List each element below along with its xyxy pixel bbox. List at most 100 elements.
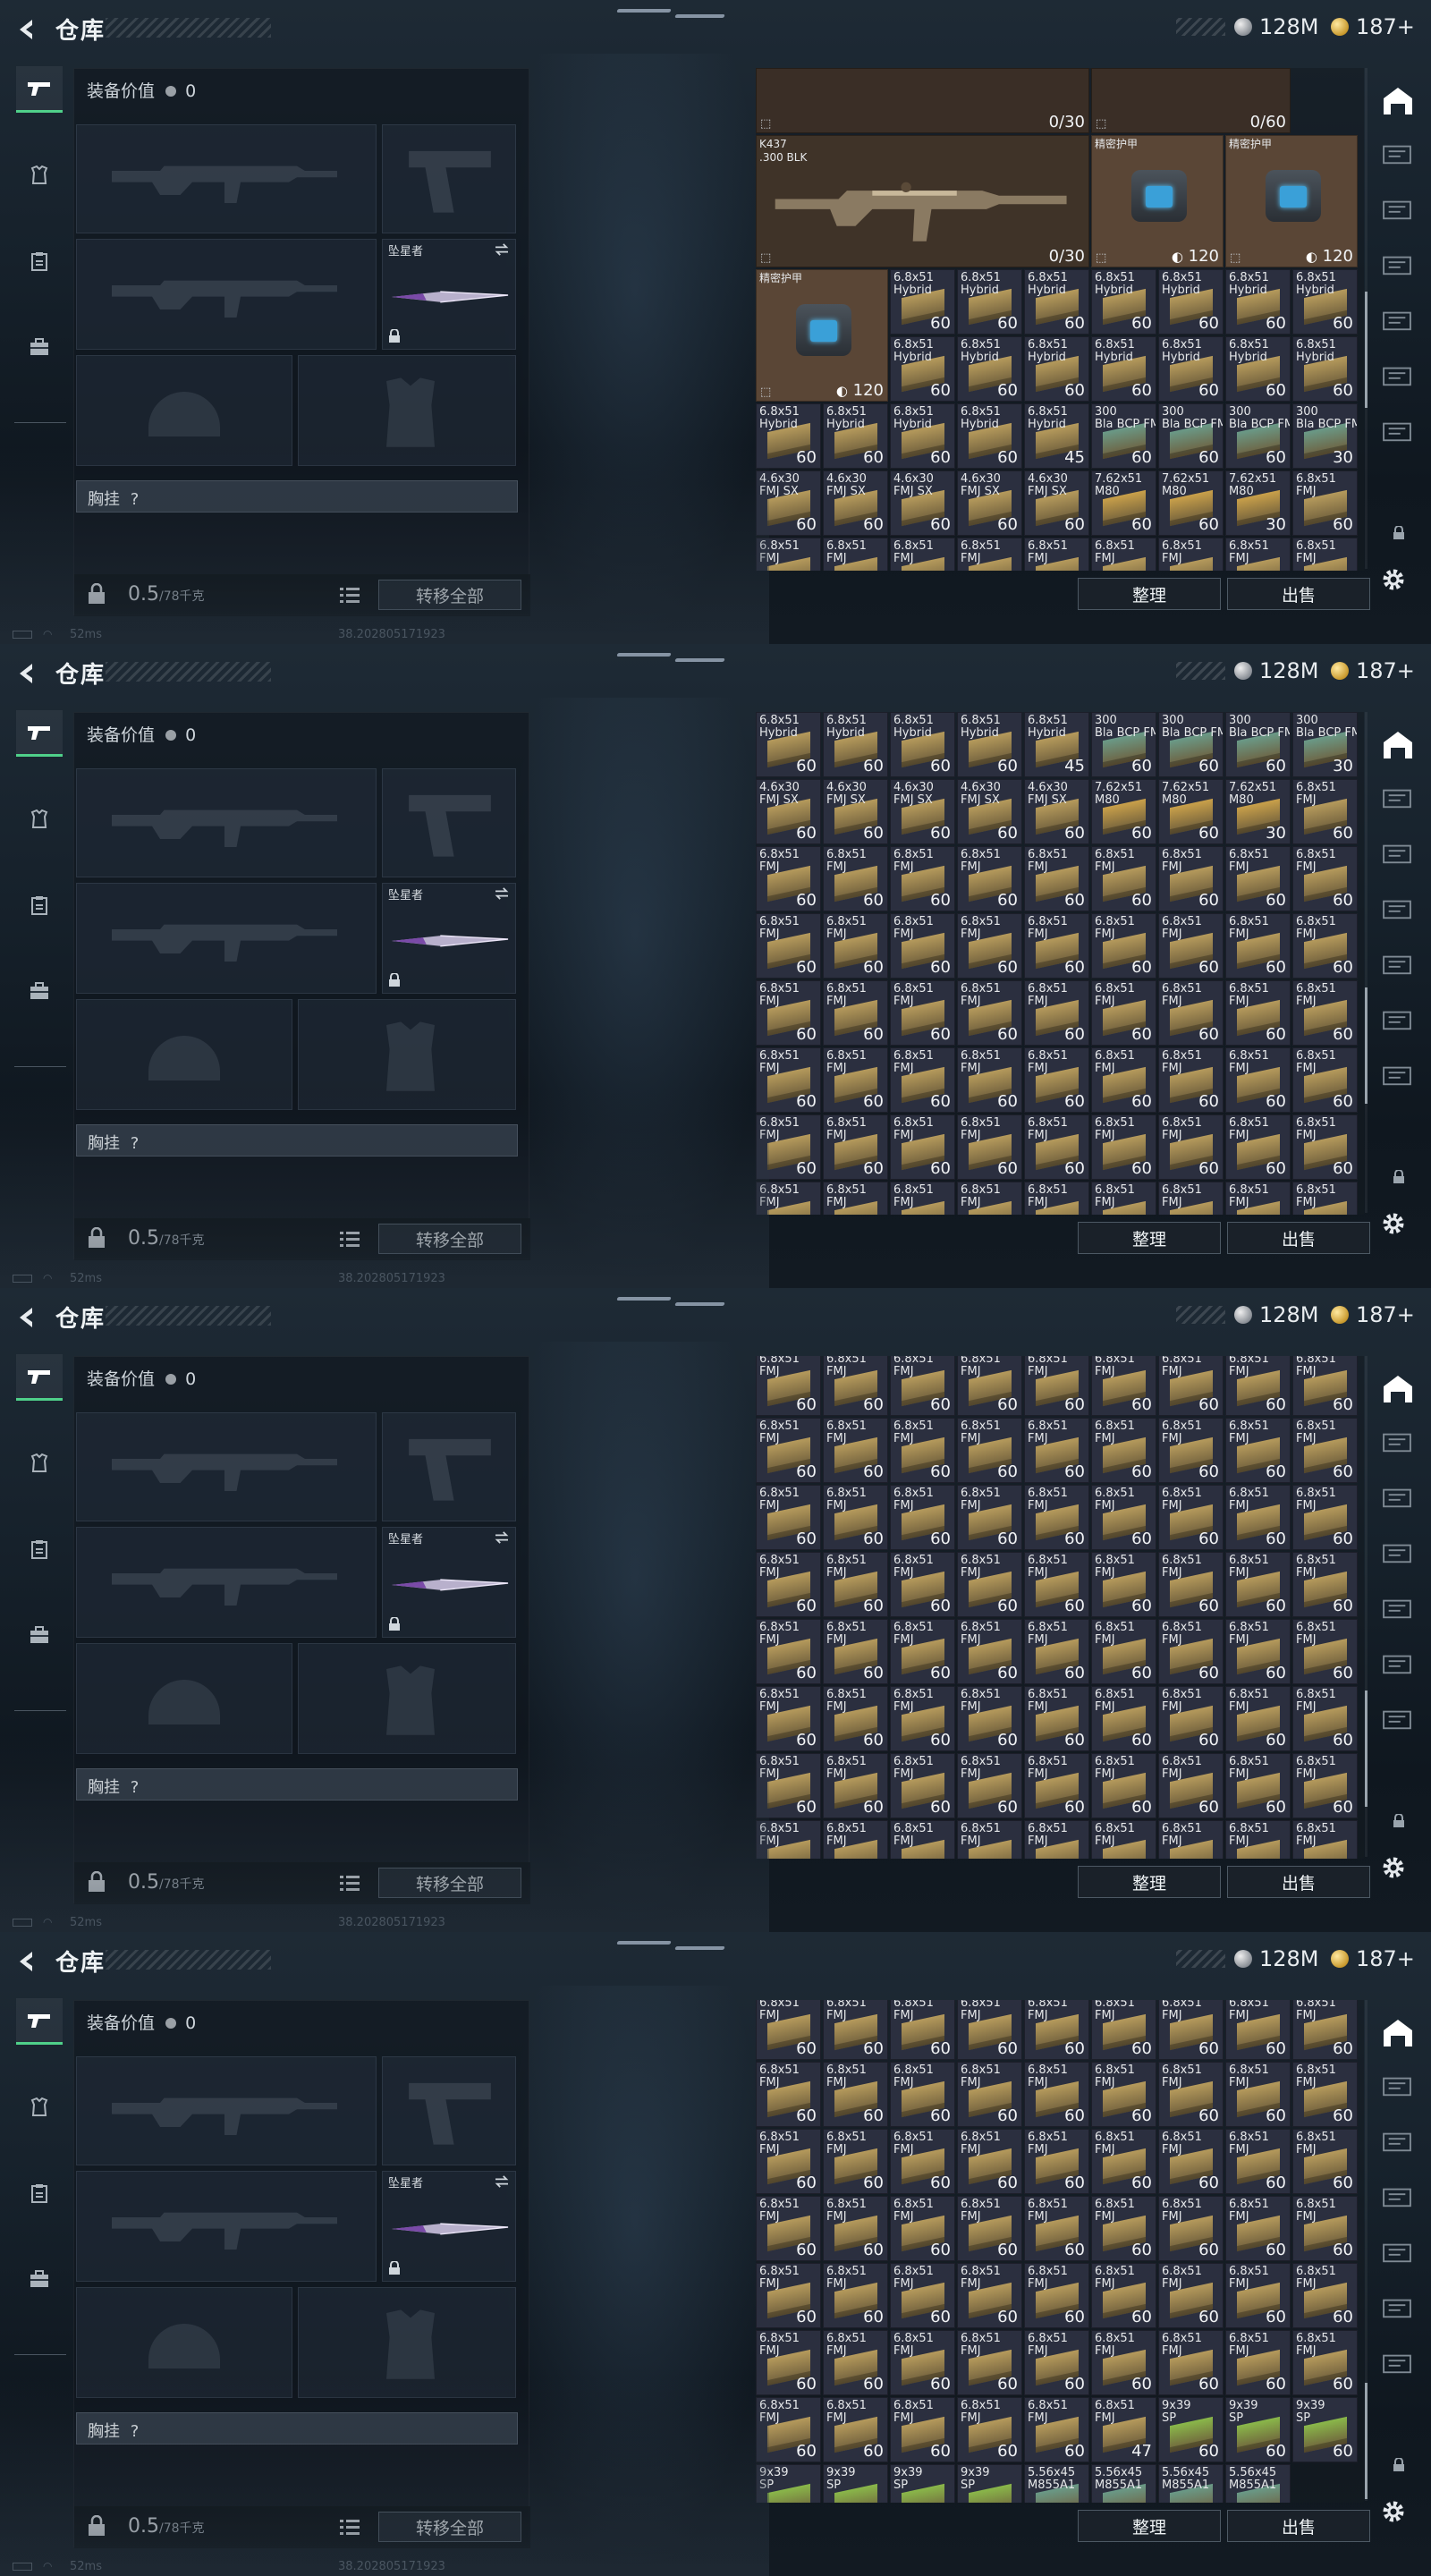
ammo-cell[interactable]: 6.8x51FMJ60 [1024,980,1089,1046]
melee-slot[interactable]: 坠星者 [382,239,516,350]
ammo-cell[interactable]: 6.8x51FMJ60 [1091,1753,1156,1818]
ammo-cell[interactable]: 6.8x51FMJ60 [1091,1418,1156,1483]
ammo-cell[interactable]: 6.8x51FMJ60 [823,980,888,1046]
weapons-tab[interactable] [16,66,63,113]
rifle-item[interactable]: K437.300 BLK 0/30 ⬚ [756,135,1089,267]
ammo-cell[interactable]: 6.8x51FMJ60 [1091,1619,1156,1684]
storage-tab-3[interactable] [1380,252,1418,283]
swap-icon[interactable] [494,243,510,256]
melee-slot[interactable]: 坠星者 [382,1527,516,1638]
gear-icon[interactable] [1377,1852,1410,1884]
ammo-cell[interactable]: 9x39SP60 [823,2464,888,2503]
ammo-cell[interactable]: 6.8x51FMJ60 [1292,846,1358,911]
ammo-cell[interactable]: 6.8x51FMJ60 [1158,2263,1224,2328]
storage-tab-6[interactable] [1380,1063,1418,1093]
sort-button[interactable]: 整理 [1078,1222,1221,1254]
ammo-cell[interactable]: 6.8x51FMJ60 [957,1356,1022,1416]
help-icon[interactable]: ? [131,1778,140,1797]
ammo-cell[interactable]: 6.8x51FMJ60 [1024,913,1089,979]
ammo-cell[interactable]: 6.8x51FMJ60 [1024,1182,1089,1215]
ammo-cell[interactable]: 6.8x51FMJ60 [1158,2062,1224,2127]
ammo-cell[interactable]: 6.8x51FMJ60 [823,1114,888,1180]
back-icon[interactable] [13,660,39,687]
ammo-cell[interactable]: 6.8x51FMJ60 [957,538,1022,571]
ammo-cell[interactable]: 6.8x51FMJ60 [1225,1114,1291,1180]
ammo-cell[interactable]: 6.8x51FMJ60 [1158,1182,1224,1215]
chest-rig-slot[interactable]: 胸挂 ? [76,1768,518,1801]
ammo-cell[interactable]: 5.56x45M855A160 [1225,2464,1291,2503]
body-armor-slot[interactable] [298,2287,516,2398]
ammo-cell[interactable]: 7.62x51 M80 30 [1225,470,1291,536]
ammo-cell[interactable]: 9x39SP60 [756,2464,821,2503]
chest-rig-slot[interactable]: 胸挂 ? [76,480,518,513]
list-icon[interactable] [339,585,360,605]
supplies-tab[interactable] [16,238,63,284]
helmet-slot[interactable] [76,2287,292,2398]
ammo-cell[interactable]: 6.8x51 Hybrid 60 [957,712,1022,777]
lock-icon[interactable] [1380,519,1418,549]
ammo-cell[interactable]: 5.56x45M855A160 [1158,2464,1224,2503]
armor-tab[interactable] [16,2084,63,2131]
ammo-cell[interactable]: 6.8x51FMJ60 [1158,2196,1224,2261]
storage-tab-4[interactable] [1380,1596,1418,1626]
ammo-cell[interactable]: 6.8x51FMJ60 [1225,1820,1291,1859]
scrollbar-thumb[interactable] [1365,292,1367,408]
ammo-cell[interactable]: 6.8x51FMJ60 [890,1619,955,1684]
ammo-cell[interactable]: 6.8x51FMJ60 [957,1552,1022,1617]
ammo-cell[interactable]: 6.8x51 Hybrid 60 [890,336,955,402]
ammo-cell[interactable]: 6.8x51 Hybrid 60 [1292,336,1358,402]
ammo-cell[interactable]: 6.8x51FMJ60 [1225,1619,1291,1684]
ammo-cell[interactable]: 300Bla BCP FMJ 60 [1091,403,1156,469]
ammo-cell[interactable]: 6.8x51FMJ60 [756,913,821,979]
primary-weapon-slot[interactable] [76,124,377,233]
ammo-cell[interactable]: 6.8x51 Hybrid 60 [1024,336,1089,402]
weapons-tab[interactable] [16,710,63,757]
ammo-cell[interactable]: 6.8x51FMJ60 [1158,1114,1224,1180]
ammo-cell[interactable]: 6.8x51FMJ60 [1292,779,1358,844]
ammo-cell[interactable]: 300Bla BCP FMJ 60 [1225,403,1291,469]
ammo-cell[interactable]: 6.8x51FMJ60 [957,1619,1022,1684]
ammo-cell[interactable]: 6.8x51FMJ60 [823,2263,888,2328]
ammo-cell[interactable]: 6.8x51FMJ60 [823,1619,888,1684]
ammo-cell[interactable]: 6.8x51FMJ60 [823,2397,888,2462]
back-icon[interactable] [13,1948,39,1975]
secondary-weapon-slot[interactable] [76,1527,377,1638]
ammo-cell[interactable]: 6.8x51FMJ60 [1091,846,1156,911]
ammo-cell[interactable]: 6.8x51 Hybrid 60 [890,269,955,335]
ammo-cell[interactable]: 6.8x51FMJ60 [1091,1047,1156,1113]
swap-icon[interactable] [494,2175,510,2188]
ammo-cell[interactable]: 6.8x51FMJ60 [823,2062,888,2127]
warehouse-grid[interactable]: 6.8x51 FMJ 60 6.8x51 FMJ 60 6.8x51 FMJ 60 6.8x51 F… [756,1356,1364,1859]
armor-tab[interactable] [16,152,63,199]
ammo-cell[interactable]: 6.8x51FMJ60 [1292,1485,1358,1550]
ammo-cell[interactable]: 6.8x51FMJ60 [890,2330,955,2395]
ammo-cell[interactable]: 5.56x45M855A160 [1024,2464,1089,2503]
ammo-cell[interactable]: 6.8x51FMJ60 [756,1820,821,1859]
ammo-cell[interactable]: 6.8x51FMJ60 [1292,1047,1358,1113]
ammo-cell[interactable]: 6.8x51 Hybrid 60 [756,403,821,469]
ammo-cell[interactable]: 6.8x51 Hybrid 60 [823,403,888,469]
ammo-cell[interactable]: 4.6x30 FMJ SX 60 [890,470,955,536]
ammo-cell[interactable]: 6.8x51FMJ60 [1091,980,1156,1046]
storage-tab-3[interactable] [1380,2184,1418,2215]
ammo-cell[interactable]: 6.8x51FMJ60 [756,1753,821,1818]
ammo-cell[interactable]: 6.8x51FMJ60 [823,913,888,979]
ammo-cell[interactable]: 6.8x51FMJ60 [1024,2330,1089,2395]
ammo-cell[interactable]: 6.8x51FMJ60 [890,2263,955,2328]
sort-button[interactable]: 整理 [1078,578,1221,610]
transfer-all-button[interactable]: 转移全部 [378,580,521,610]
ammo-cell[interactable]: 6.8x51FMJ60 [756,2000,821,2060]
ammo-cell[interactable]: 6.8x51FMJ60 [1024,2062,1089,2127]
ammo-cell[interactable]: 6.8x51FMJ60 [1091,1485,1156,1550]
ammo-cell[interactable]: 6.8x51FMJ60 [823,1182,888,1215]
swap-icon[interactable] [494,887,510,900]
storage-tab-6[interactable] [1380,2351,1418,2381]
ammo-cell[interactable]: 7.62x51 M80 60 [1158,779,1224,844]
ammo-cell[interactable]: 4.6x30 FMJ SX 60 [756,779,821,844]
ammo-cell[interactable]: 6.8x51FMJ60 [1158,2129,1224,2194]
ammo-cell[interactable]: 6.8x51FMJ60 [957,2397,1022,2462]
ammo-cell[interactable]: 6.8x51 Hybrid 60 [1225,336,1291,402]
ammo-cell[interactable]: 6.8x51FMJ60 [1292,2062,1358,2127]
sell-button[interactable]: 出售 [1227,2510,1370,2542]
ammo-cell[interactable]: 6.8x51FMJ60 [1024,2196,1089,2261]
